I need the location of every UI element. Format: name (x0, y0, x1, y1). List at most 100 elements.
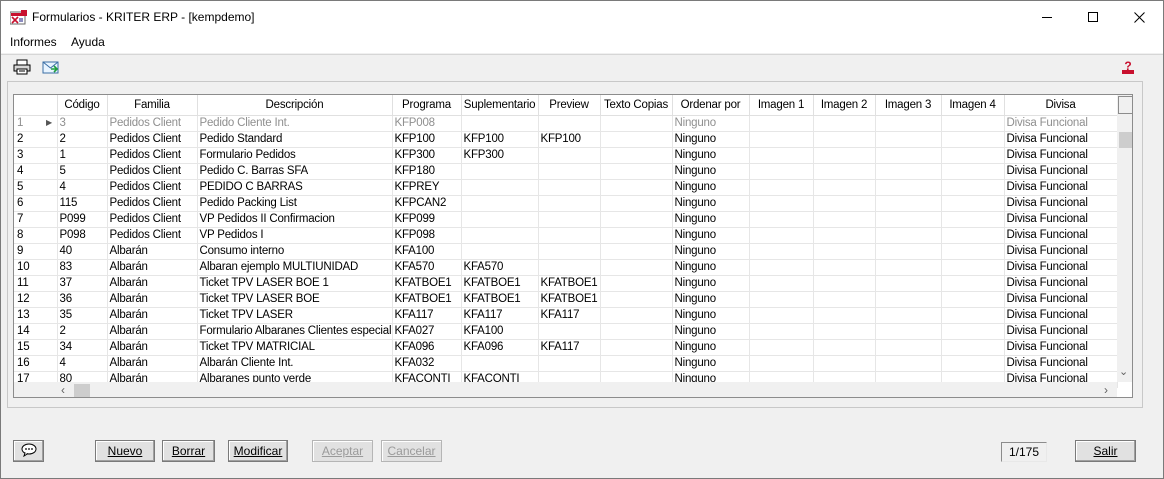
cell-row-number[interactable]: 14 (14, 323, 58, 340)
cell-preview[interactable] (538, 259, 601, 276)
cell-familia[interactable]: Albarán (107, 291, 198, 308)
vertical-scroll-thumb[interactable] (1119, 132, 1132, 148)
cell-programa[interactable]: KFPCAN2 (392, 195, 462, 212)
cell-row-number[interactable]: 12 (14, 291, 58, 308)
cell-divisa[interactable]: Divisa Funcional (1004, 115, 1118, 132)
cell-divisa[interactable]: Divisa Funcional (1004, 355, 1118, 372)
cell-ordenar-por[interactable]: Ninguno (672, 355, 750, 372)
cell-programa[interactable]: KFA027 (392, 323, 462, 340)
cell-row-number[interactable]: 5 (14, 179, 58, 196)
cell-codigo[interactable]: 5 (57, 163, 108, 180)
cell-divisa[interactable]: Divisa Funcional (1004, 163, 1118, 180)
cell-imagen-1[interactable] (749, 195, 814, 212)
cell-ordenar-por[interactable]: Ninguno (672, 163, 750, 180)
cell-imagen-4[interactable] (941, 259, 1005, 276)
cell-ordenar-por[interactable]: Ninguno (672, 131, 750, 148)
cell-texto-copias[interactable] (600, 115, 673, 132)
cell-imagen-3[interactable] (875, 355, 942, 372)
cell-suplementario[interactable] (461, 195, 539, 212)
cell-descripcion[interactable]: Ticket TPV LASER (197, 307, 393, 324)
cell-imagen-4[interactable] (941, 179, 1005, 196)
cell-descripcion[interactable]: PEDIDO C BARRAS (197, 179, 393, 196)
cell-imagen-4[interactable] (941, 147, 1005, 164)
cell-ordenar-por[interactable]: Ninguno (672, 179, 750, 196)
cell-suplementario[interactable] (461, 115, 539, 132)
cell-codigo[interactable]: P099 (57, 211, 108, 228)
cell-divisa[interactable]: Divisa Funcional (1004, 339, 1118, 356)
comments-button[interactable] (13, 440, 44, 462)
cell-imagen-4[interactable] (941, 163, 1005, 180)
cell-row-number[interactable]: 7 (14, 211, 58, 228)
cell-familia[interactable]: Albarán (107, 339, 198, 356)
cell-imagen-3[interactable] (875, 115, 942, 132)
cell-programa[interactable]: KFP008 (392, 115, 462, 132)
cell-texto-copias[interactable] (600, 163, 673, 180)
cell-imagen-1[interactable] (749, 131, 814, 148)
col-header-rownum[interactable] (14, 95, 58, 116)
cell-row-number[interactable]: 4 (14, 163, 58, 180)
cell-preview[interactable] (538, 211, 601, 228)
cell-imagen-1[interactable] (749, 259, 814, 276)
cell-descripcion[interactable]: Albarán Cliente Int. (197, 355, 393, 372)
cell-texto-copias[interactable] (600, 227, 673, 244)
cell-imagen-2[interactable] (813, 291, 876, 308)
cell-imagen-1[interactable] (749, 339, 814, 356)
printer-icon[interactable] (12, 58, 32, 76)
cell-divisa[interactable]: Divisa Funcional (1004, 259, 1118, 276)
cell-codigo[interactable]: 4 (57, 355, 108, 372)
cell-texto-copias[interactable] (600, 307, 673, 324)
cell-texto-copias[interactable] (600, 243, 673, 260)
cell-texto-copias[interactable] (600, 259, 673, 276)
cell-imagen-3[interactable] (875, 323, 942, 340)
cell-ordenar-por[interactable]: Ninguno (672, 115, 750, 132)
cell-codigo[interactable]: 83 (57, 259, 108, 276)
cell-divisa[interactable]: Divisa Funcional (1004, 179, 1118, 196)
cell-descripcion[interactable]: Pedido Standard (197, 131, 393, 148)
cell-descripcion[interactable]: Ticket TPV MATRICIAL (197, 339, 393, 356)
cell-imagen-4[interactable] (941, 339, 1005, 356)
table-row[interactable]: 13 35 Albarán Ticket TPV LASER KFA117 KFA117 K… (14, 307, 1118, 324)
cell-divisa[interactable]: Divisa Funcional (1004, 275, 1118, 292)
cell-suplementario[interactable] (461, 179, 539, 196)
cell-suplementario[interactable]: KFA117 (461, 307, 539, 324)
cell-imagen-3[interactable] (875, 147, 942, 164)
cell-imagen-2[interactable] (813, 323, 876, 340)
table-row[interactable]: 8 P098 Pedidos Client VP Pedidos I KFP098 Nin… (14, 227, 1118, 244)
cell-imagen-1[interactable] (749, 291, 814, 308)
cell-descripcion[interactable]: Formulario Albaranes Clientes especial (197, 323, 393, 340)
aceptar-button[interactable]: Aceptar (312, 440, 373, 462)
cell-imagen-4[interactable] (941, 211, 1005, 228)
cell-preview[interactable] (538, 355, 601, 372)
col-header-imagen-3[interactable]: Imagen 3 (875, 95, 942, 116)
cell-imagen-1[interactable] (749, 115, 814, 132)
cell-preview[interactable] (538, 163, 601, 180)
email-export-icon[interactable] (41, 58, 61, 76)
cell-imagen-1[interactable] (749, 179, 814, 196)
cell-codigo[interactable]: 35 (57, 307, 108, 324)
cell-imagen-1[interactable] (749, 307, 814, 324)
cell-preview[interactable] (538, 323, 601, 340)
cell-suplementario[interactable]: KFA100 (461, 323, 539, 340)
cell-codigo[interactable]: 2 (57, 323, 108, 340)
cell-programa[interactable]: KFA096 (392, 339, 462, 356)
help-icon[interactable]: ? (1118, 58, 1138, 76)
modificar-button[interactable]: Modificar (228, 440, 288, 462)
cell-codigo[interactable]: 40 (57, 243, 108, 260)
cell-ordenar-por[interactable]: Ninguno (672, 323, 750, 340)
cell-codigo[interactable]: 34 (57, 339, 108, 356)
table-row[interactable]: 10 83 Albarán Albaran ejemplo MULTIUNIDAD KF… (14, 259, 1118, 276)
cell-suplementario[interactable] (461, 243, 539, 260)
col-header-imagen-2[interactable]: Imagen 2 (813, 95, 876, 116)
cell-ordenar-por[interactable]: Ninguno (672, 307, 750, 324)
col-header-preview[interactable]: Preview (538, 95, 601, 116)
table-row[interactable]: 3 1 Pedidos Client Formulario Pedidos KFP300… (14, 147, 1118, 164)
cell-row-number[interactable]: 8 (14, 227, 58, 244)
cell-suplementario[interactable] (461, 211, 539, 228)
scroll-up-button[interactable] (1118, 96, 1132, 114)
cell-imagen-1[interactable] (749, 227, 814, 244)
cell-descripcion[interactable]: VP Pedidos I (197, 227, 393, 244)
cell-row-number[interactable]: 10 (14, 259, 58, 276)
table-row[interactable]: 16 4 Albarán Albarán Cliente Int. KFA032 Ning… (14, 355, 1118, 372)
cell-texto-copias[interactable] (600, 211, 673, 228)
cell-preview[interactable]: KFP100 (538, 131, 601, 148)
